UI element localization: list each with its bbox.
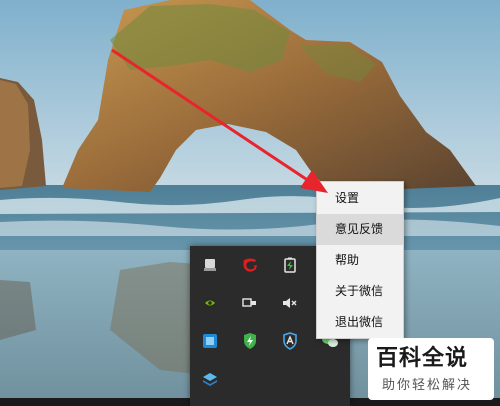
layers-app-icon[interactable] <box>190 360 230 398</box>
wechat-context-menu: 设置 意见反馈 帮助 关于微信 退出微信 <box>316 181 404 339</box>
menu-item-settings[interactable]: 设置 <box>317 183 403 214</box>
defender-shield-icon[interactable] <box>270 322 310 360</box>
watermark-logo: 百科全说 助你轻松解决 <box>368 338 494 400</box>
blue-app-icon[interactable] <box>190 322 230 360</box>
menu-item-feedback[interactable]: 意见反馈 <box>317 214 403 245</box>
watermark-title: 百科全说 <box>376 346 469 371</box>
security-shield-icon[interactable] <box>230 322 270 360</box>
nvidia-icon[interactable] <box>190 284 230 322</box>
netease-red-icon[interactable] <box>230 246 270 284</box>
network-icon[interactable] <box>230 284 270 322</box>
watermark-subtitle: 助你轻松解决 <box>382 378 473 393</box>
menu-item-help[interactable]: 帮助 <box>317 245 403 276</box>
menu-item-exit-wechat[interactable]: 退出微信 <box>317 307 403 338</box>
menu-item-about-wechat[interactable]: 关于微信 <box>317 276 403 307</box>
usb-drive-icon[interactable] <box>190 246 230 284</box>
volume-muted-icon[interactable] <box>270 284 310 322</box>
battery-charging-icon[interactable] <box>270 246 310 284</box>
